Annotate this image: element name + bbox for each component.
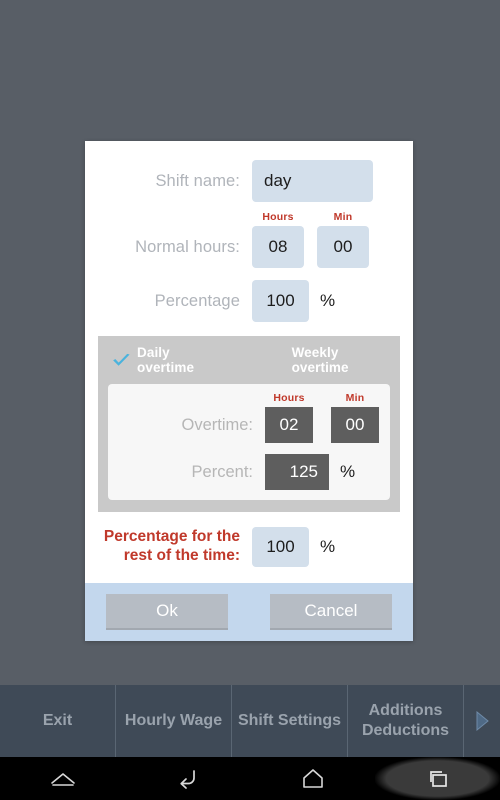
android-nav-bar — [0, 757, 500, 800]
overtime-card: Hours Min Overtime: 02 00 Percent: 125 % — [108, 384, 390, 500]
check-icon — [112, 353, 131, 368]
normal-minutes-input[interactable]: 00 — [317, 226, 369, 268]
overtime-column-headers: Hours Min — [108, 392, 390, 404]
tab-weekly-overtime[interactable]: Weekly overtime — [292, 345, 390, 375]
shift-name-row: Shift name: day — [85, 159, 413, 203]
percentage-unit: % — [320, 291, 336, 310]
percentage-row: Percentage 100 % — [85, 280, 413, 322]
normal-hours-column-headers: Hours Min — [85, 211, 413, 223]
overtime-panel: Daily overtime Weekly overtime Hours Min… — [98, 336, 400, 512]
tab-exit[interactable]: Exit — [0, 685, 116, 757]
home-icon[interactable] — [250, 757, 375, 800]
collapse-keyboard-icon[interactable] — [0, 757, 125, 800]
rest-of-time-unit: % — [320, 537, 336, 556]
shift-name-input[interactable]: day — [252, 160, 373, 202]
percentage-label: Percentage — [154, 291, 240, 310]
overtime-percent-label: Percent: — [191, 462, 253, 481]
overtime-row: Overtime: 02 00 — [108, 407, 390, 443]
shift-settings-dialog: Shift name: day Hours Min Normal hours: … — [85, 141, 413, 641]
overtime-percent-unit: % — [340, 462, 356, 481]
normal-hours-input[interactable]: 08 — [252, 226, 304, 268]
overtime-min-column-header: Min — [345, 392, 365, 404]
percentage-input[interactable]: 100 — [252, 280, 309, 322]
bottom-tab-bar: Exit Hourly Wage Shift Settings Addition… — [0, 685, 500, 757]
rest-of-time-row: Percentage for the rest of the time: 100… — [85, 512, 413, 583]
tab-hourly-wage[interactable]: Hourly Wage — [116, 685, 232, 757]
recents-icon[interactable] — [375, 757, 500, 800]
hours-column-header: Hours — [262, 211, 294, 223]
cancel-button[interactable]: Cancel — [270, 594, 392, 630]
rest-of-time-label: Percentage for the rest of the time: — [103, 528, 240, 564]
min-column-header: Min — [333, 211, 353, 223]
overtime-hours-column-header: Hours — [273, 392, 305, 404]
overtime-percent-input[interactable]: 125 — [265, 454, 329, 490]
dialog-footer: Ok Cancel — [85, 583, 413, 641]
dialog-body: Shift name: day Hours Min Normal hours: … — [85, 141, 413, 583]
tab-additions-deductions[interactable]: Additions Deductions — [348, 685, 464, 757]
tab-daily-overtime[interactable]: Daily overtime — [137, 345, 223, 375]
chevron-right-icon[interactable] — [464, 685, 500, 757]
normal-hours-row: Normal hours: 08 00 — [85, 226, 413, 268]
overtime-label: Overtime: — [181, 415, 253, 434]
back-icon[interactable] — [125, 757, 250, 800]
overtime-header-spacer — [108, 392, 265, 404]
shift-name-label: Shift name: — [155, 171, 240, 190]
ok-button[interactable]: Ok — [106, 594, 228, 630]
overtime-percent-row: Percent: 125 % — [108, 454, 390, 490]
normal-hours-label: Normal hours: — [135, 237, 240, 256]
header-spacer — [85, 211, 252, 223]
overtime-minutes-input[interactable]: 00 — [331, 407, 379, 443]
overtime-hours-input[interactable]: 02 — [265, 407, 313, 443]
tab-shift-settings[interactable]: Shift Settings — [232, 685, 348, 757]
rest-of-time-input[interactable]: 100 — [252, 527, 309, 567]
overtime-tabs: Daily overtime Weekly overtime — [108, 345, 390, 375]
